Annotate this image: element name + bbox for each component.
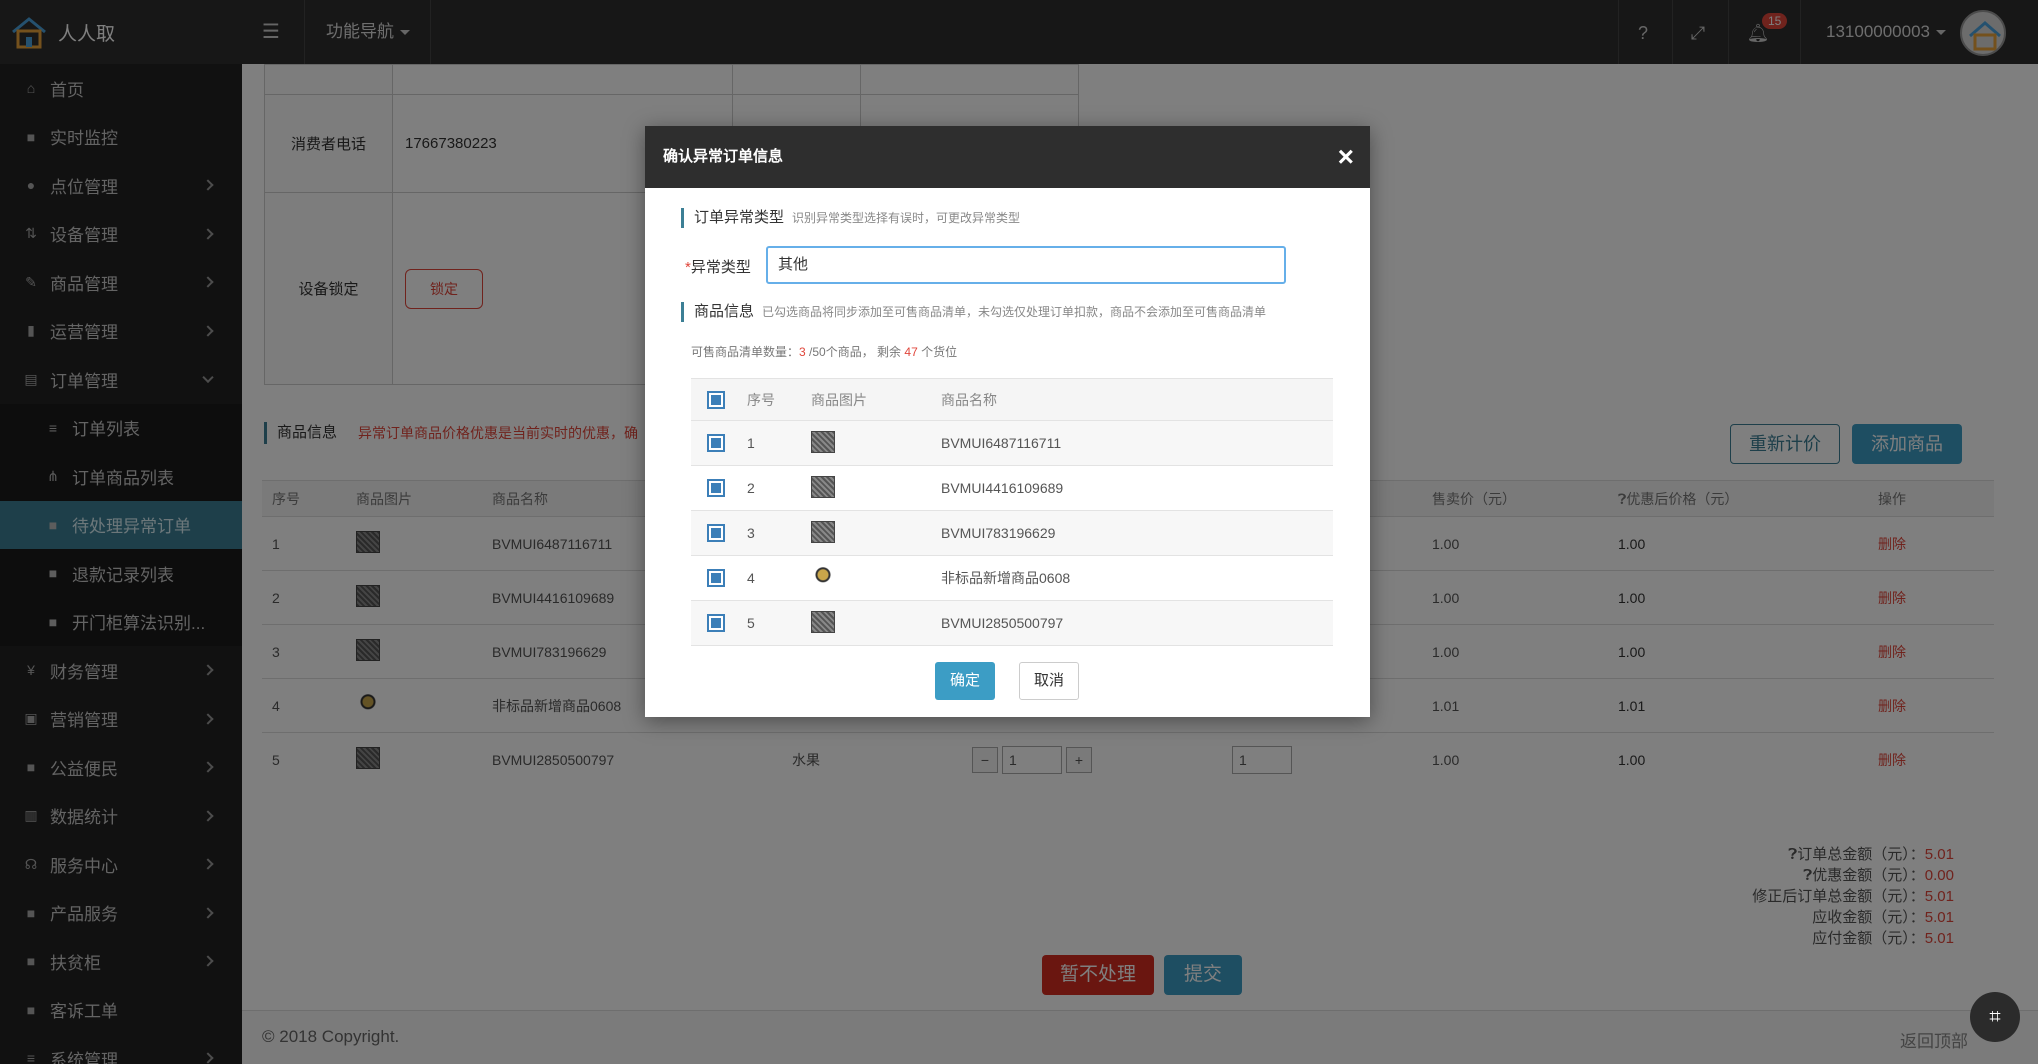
checkbox-cell <box>691 510 747 556</box>
table-row: 1 BVMUI6487116711 <box>691 420 1333 466</box>
row-name: BVMUI783196629 <box>941 510 1333 556</box>
sellable-count: 可售商品清单数量：3 /50个商品， 剩余 47 个货位 <box>691 343 957 360</box>
row-image-cell <box>811 555 941 601</box>
abnormal-type-hint: 识别异常类型选择有误时，可更改异常类型 <box>792 211 1021 225</box>
checkbox-cell <box>691 420 747 466</box>
checkbox-cell <box>691 465 747 511</box>
row-image-cell <box>811 600 941 646</box>
checkbox-cell <box>691 600 747 646</box>
confirm-button[interactable]: 确定 <box>935 662 995 700</box>
select-all-cell <box>691 378 747 421</box>
product-image <box>811 565 835 588</box>
table-row: 5 BVMUI2850500797 <box>691 600 1333 646</box>
product-image <box>811 520 835 543</box>
product-image <box>811 610 835 633</box>
row-no: 4 <box>747 555 811 601</box>
row-name: BVMUI2850500797 <box>941 600 1333 646</box>
table-row: 4 非标品新增商品0608 <box>691 555 1333 601</box>
row-name: BVMUI4416109689 <box>941 465 1333 511</box>
row-no: 5 <box>747 600 811 646</box>
cancel-button[interactable]: 取消 <box>1019 662 1079 700</box>
row-checkbox[interactable] <box>707 524 725 543</box>
modal-header: 确认异常订单信息 × <box>645 126 1370 188</box>
modal-goods-table: 序号 商品图片 商品名称 1 BVMUI6487116711 2 BVMUI44161… <box>691 378 1333 646</box>
row-name: 非标品新增商品0608 <box>941 555 1333 601</box>
product-image <box>811 475 835 498</box>
count-prefix: 可售商品清单数量： <box>691 345 800 359</box>
row-checkbox[interactable] <box>707 569 725 588</box>
select-all-checkbox[interactable] <box>707 390 725 409</box>
col-image: 商品图片 <box>811 378 941 421</box>
count-suffix: 个货位 <box>917 345 958 359</box>
row-image-cell <box>811 510 941 556</box>
screenshot-tool-icon[interactable]: ⌗ <box>1970 992 2020 1042</box>
product-image <box>811 430 835 453</box>
row-checkbox[interactable] <box>707 479 725 498</box>
table-row: 2 BVMUI4416109689 <box>691 465 1333 511</box>
row-image-cell <box>811 465 941 511</box>
row-name: BVMUI6487116711 <box>941 420 1333 466</box>
modal-goods-section: 商品信息 已勾选商品将同步添加至可售商品清单，未勾选仅处理订单扣款，商品不会添加至… <box>681 302 1266 322</box>
abnormal-type-label: *异常类型 <box>685 256 751 277</box>
modal-goods-section-title: 商品信息 <box>694 303 755 320</box>
row-no: 1 <box>747 420 811 466</box>
abnormal-type-section-title: 订单异常类型 <box>694 209 785 226</box>
modal-title: 确认异常订单信息 <box>663 148 784 165</box>
row-checkbox[interactable] <box>707 434 725 453</box>
table-row: 3 BVMUI783196629 <box>691 510 1333 556</box>
close-icon[interactable]: × <box>1338 126 1354 188</box>
checkbox-cell <box>691 555 747 601</box>
row-checkbox[interactable] <box>707 614 725 633</box>
row-image-cell <box>811 420 941 466</box>
confirm-abnormal-order-dialog: 确认异常订单信息 × 订单异常类型 识别异常类型选择有误时，可更改异常类型 *异常… <box>645 126 1370 717</box>
count-mid: /50个商品， 剩余 <box>805 345 905 359</box>
abnormal-type-label-text: 异常类型 <box>690 259 751 276</box>
abnormal-type-section: 订单异常类型 识别异常类型选择有误时，可更改异常类型 <box>681 208 1020 228</box>
modal-goods-hint: 已勾选商品将同步添加至可售商品清单，未勾选仅处理订单扣款，商品不会添加至可售商品… <box>762 305 1267 319</box>
count-left: 47 <box>904 345 918 359</box>
count-used: 3 <box>799 345 806 359</box>
row-no: 3 <box>747 510 811 556</box>
row-no: 2 <box>747 465 811 511</box>
col-name: 商品名称 <box>941 378 1333 421</box>
abnormal-type-select[interactable]: 其他 <box>766 246 1286 284</box>
col-no: 序号 <box>747 378 811 421</box>
modal-goods-header-row: 序号 商品图片 商品名称 <box>691 378 1333 421</box>
